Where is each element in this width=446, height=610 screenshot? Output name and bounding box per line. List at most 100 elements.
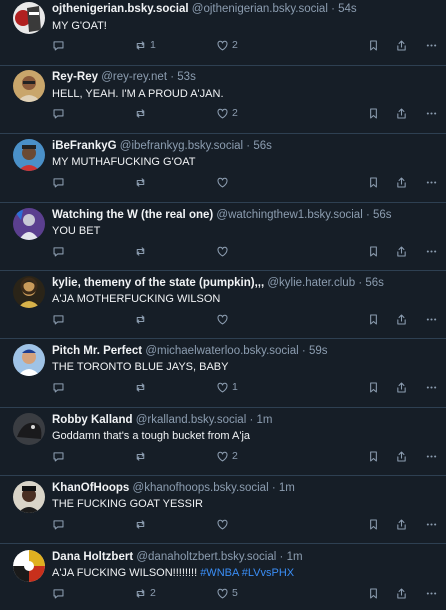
- repost-button[interactable]: [134, 106, 150, 120]
- repost-button[interactable]: [134, 312, 150, 326]
- like-button[interactable]: [216, 312, 232, 326]
- reply-button[interactable]: [52, 517, 65, 531]
- handle[interactable]: @danaholtzbert.bsky.social: [136, 551, 276, 563]
- display-name[interactable]: Dana Holtzbert: [52, 551, 133, 563]
- display-name[interactable]: iBeFrankyG: [52, 140, 117, 152]
- timestamp[interactable]: 56s: [373, 209, 392, 221]
- avatar[interactable]: [13, 70, 45, 102]
- handle[interactable]: @watchingthew1.bsky.social: [216, 209, 362, 221]
- share-button[interactable]: [395, 380, 408, 394]
- timestamp[interactable]: 1m: [279, 482, 295, 494]
- display-name[interactable]: ojthenigerian.bsky.social: [52, 3, 189, 15]
- like-button[interactable]: 2: [216, 38, 238, 52]
- post-item[interactable]: ojthenigerian.bsky.social @ojthenigerian…: [0, 0, 446, 66]
- avatar[interactable]: [13, 550, 45, 582]
- post-item[interactable]: Rey-Rey @rey-rey.net · 53s HELL, YEAH. I…: [0, 66, 446, 134]
- like-button[interactable]: 1: [216, 380, 238, 394]
- share-button[interactable]: [395, 586, 408, 600]
- bookmark-button[interactable]: [367, 449, 380, 463]
- display-name[interactable]: Watching the W (the real one): [52, 209, 213, 221]
- repost-button[interactable]: [134, 175, 150, 189]
- avatar[interactable]: [13, 481, 45, 513]
- repost-button[interactable]: [134, 449, 150, 463]
- more-options-button[interactable]: [425, 517, 438, 531]
- like-button[interactable]: [216, 244, 232, 258]
- display-name[interactable]: Rey-Rey: [52, 71, 98, 83]
- reply-button[interactable]: [52, 312, 65, 326]
- avatar[interactable]: [13, 276, 45, 308]
- avatar[interactable]: [13, 139, 45, 171]
- handle[interactable]: @kylie.hater.club: [267, 277, 355, 289]
- more-options-button[interactable]: [425, 449, 438, 463]
- display-name[interactable]: Robby Kalland: [52, 414, 133, 426]
- bookmark-button[interactable]: [367, 517, 380, 531]
- avatar[interactable]: [13, 413, 45, 445]
- reply-button[interactable]: [52, 38, 65, 52]
- like-button[interactable]: [216, 517, 232, 531]
- post-item[interactable]: Pitch Mr. Perfect @michaelwaterloo.bsky.…: [0, 339, 446, 408]
- bookmark-button[interactable]: [367, 38, 380, 52]
- more-options-button[interactable]: [425, 586, 438, 600]
- more-options-button[interactable]: [425, 175, 438, 189]
- timestamp[interactable]: 1m: [257, 414, 273, 426]
- handle[interactable]: @ibefrankyg.bsky.social: [120, 140, 243, 152]
- bookmark-button[interactable]: [367, 312, 380, 326]
- share-button[interactable]: [395, 244, 408, 258]
- repost-button[interactable]: [134, 517, 150, 531]
- hashtag-links[interactable]: #WNBA #LVvsPHX: [200, 567, 294, 579]
- timestamp[interactable]: 54s: [338, 3, 357, 15]
- more-options-button[interactable]: [425, 244, 438, 258]
- more-options-button[interactable]: [425, 38, 438, 52]
- repost-button[interactable]: [134, 244, 150, 258]
- share-button[interactable]: [395, 38, 408, 52]
- share-button[interactable]: [395, 517, 408, 531]
- more-options-button[interactable]: [425, 106, 438, 120]
- reply-button[interactable]: [52, 449, 65, 463]
- repost-button[interactable]: 2: [134, 586, 156, 600]
- display-name[interactable]: Pitch Mr. Perfect: [52, 345, 142, 357]
- like-button[interactable]: 5: [216, 586, 238, 600]
- more-options-button[interactable]: [425, 380, 438, 394]
- post-item[interactable]: Watching the W (the real one) @watchingt…: [0, 203, 446, 271]
- reply-button[interactable]: [52, 106, 65, 120]
- share-button[interactable]: [395, 449, 408, 463]
- bookmark-button[interactable]: [367, 106, 380, 120]
- post-item[interactable]: iBeFrankyG @ibefrankyg.bsky.social · 56s…: [0, 134, 446, 203]
- reply-button[interactable]: [52, 380, 65, 394]
- bookmark-button[interactable]: [367, 175, 380, 189]
- post-item[interactable]: Dana Holtzbert @danaholtzbert.bsky.socia…: [0, 544, 446, 610]
- timestamp[interactable]: 1m: [287, 551, 303, 563]
- repost-button[interactable]: 1: [134, 38, 156, 52]
- repost-button[interactable]: [134, 380, 150, 394]
- avatar[interactable]: [13, 2, 45, 34]
- bookmark-button[interactable]: [367, 380, 380, 394]
- timestamp[interactable]: 56s: [253, 140, 272, 152]
- timestamp[interactable]: 59s: [309, 345, 328, 357]
- like-button[interactable]: 2: [216, 106, 238, 120]
- handle[interactable]: @rkalland.bsky.social: [136, 414, 247, 426]
- more-options-button[interactable]: [425, 312, 438, 326]
- share-button[interactable]: [395, 175, 408, 189]
- post-item[interactable]: kylie, themeny of the state (pumpkin),,,…: [0, 271, 446, 339]
- display-name[interactable]: kylie, themeny of the state (pumpkin),,,: [52, 277, 264, 289]
- post-item[interactable]: Robby Kalland @rkalland.bsky.social · 1m…: [0, 408, 446, 476]
- share-button[interactable]: [395, 312, 408, 326]
- post-item[interactable]: KhanOfHoops @khanofhoops.bsky.social · 1…: [0, 476, 446, 544]
- reply-button[interactable]: [52, 175, 65, 189]
- avatar[interactable]: [13, 344, 45, 376]
- share-button[interactable]: [395, 106, 408, 120]
- timestamp[interactable]: 53s: [177, 71, 196, 83]
- reply-button[interactable]: [52, 244, 65, 258]
- handle[interactable]: @khanofhoops.bsky.social: [133, 482, 269, 494]
- bookmark-button[interactable]: [367, 244, 380, 258]
- timestamp[interactable]: 56s: [365, 277, 384, 289]
- handle[interactable]: @rey-rey.net: [101, 71, 167, 83]
- avatar[interactable]: [13, 208, 45, 240]
- like-button[interactable]: 2: [216, 449, 238, 463]
- reply-button[interactable]: [52, 586, 65, 600]
- bookmark-button[interactable]: [367, 586, 380, 600]
- display-name[interactable]: KhanOfHoops: [52, 482, 129, 494]
- like-button[interactable]: [216, 175, 232, 189]
- handle[interactable]: @ojthenigerian.bsky.social: [192, 3, 328, 15]
- handle[interactable]: @michaelwaterloo.bsky.social: [145, 345, 298, 357]
